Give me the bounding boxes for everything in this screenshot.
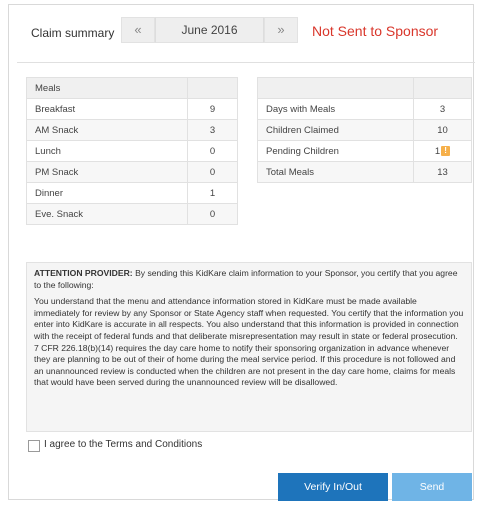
attention-title: ATTENTION PROVIDER: <box>34 268 133 278</box>
table-row: AM Snack 3 <box>26 119 238 141</box>
header-divider <box>17 62 475 63</box>
meal-label: PM Snack <box>26 161 188 183</box>
table-row: Days with Meals 3 <box>257 98 472 120</box>
claim-status: Not Sent to Sponsor <box>312 23 439 39</box>
meals-table: Meals Breakfast 9 AM Snack 3 Lunch 0 PM … <box>26 77 238 225</box>
table-row: Pending Children 1! <box>257 140 472 162</box>
meal-value: 1 <box>187 182 238 204</box>
verify-in-out-button[interactable]: Verify In/Out <box>278 473 388 501</box>
stat-label: Children Claimed <box>257 119 414 141</box>
stats-header-value <box>413 77 472 99</box>
attention-notice: ATTENTION PROVIDER: By sending this KidK… <box>26 262 472 432</box>
table-row: PM Snack 0 <box>26 161 238 183</box>
table-row: Total Meals 13 <box>257 161 472 183</box>
current-month: June 2016 <box>155 17 264 43</box>
stats-header <box>257 77 414 99</box>
table-row: Dinner 1 <box>26 182 238 204</box>
meal-label: Lunch <box>26 140 188 162</box>
agree-label[interactable]: I agree to the Terms and Conditions <box>44 439 202 450</box>
stat-label: Total Meals <box>257 161 414 183</box>
stat-value: 10 <box>413 119 472 141</box>
table-row <box>257 77 472 99</box>
attention-lead: ATTENTION PROVIDER: By sending this KidK… <box>34 268 464 291</box>
table-row: Children Claimed 10 <box>257 119 472 141</box>
stat-value: 3 <box>413 98 472 120</box>
stat-label: Pending Children <box>257 140 414 162</box>
warning-icon[interactable]: ! <box>441 145 451 156</box>
agree-checkbox[interactable] <box>28 440 40 452</box>
meals-header: Meals <box>26 77 188 99</box>
meal-value: 3 <box>187 119 238 141</box>
stat-value: 13 <box>413 161 472 183</box>
stat-value-cell: 1! <box>413 140 472 162</box>
meal-label: Eve. Snack <box>26 203 188 225</box>
next-month-button[interactable]: » <box>264 17 298 43</box>
claim-summary-label: Claim summary <box>31 26 115 40</box>
meal-value: 9 <box>187 98 238 120</box>
meal-value: 0 <box>187 161 238 183</box>
send-button[interactable]: Send <box>392 473 472 501</box>
previous-month-button[interactable]: « <box>121 17 155 43</box>
meal-value: 0 <box>187 203 238 225</box>
table-row: Eve. Snack 0 <box>26 203 238 225</box>
meal-label: Breakfast <box>26 98 188 120</box>
claim-stats-table: Days with Meals 3 Children Claimed 10 Pe… <box>257 77 472 183</box>
table-row: Breakfast 9 <box>26 98 238 120</box>
table-row: Meals <box>26 77 238 99</box>
stat-label: Days with Meals <box>257 98 414 120</box>
table-row: Lunch 0 <box>26 140 238 162</box>
meal-label: AM Snack <box>26 119 188 141</box>
meals-header-value <box>187 77 238 99</box>
meal-label: Dinner <box>26 182 188 204</box>
attention-body: You understand that the menu and attenda… <box>34 296 464 388</box>
meal-value: 0 <box>187 140 238 162</box>
stat-value: 1 <box>434 145 441 157</box>
